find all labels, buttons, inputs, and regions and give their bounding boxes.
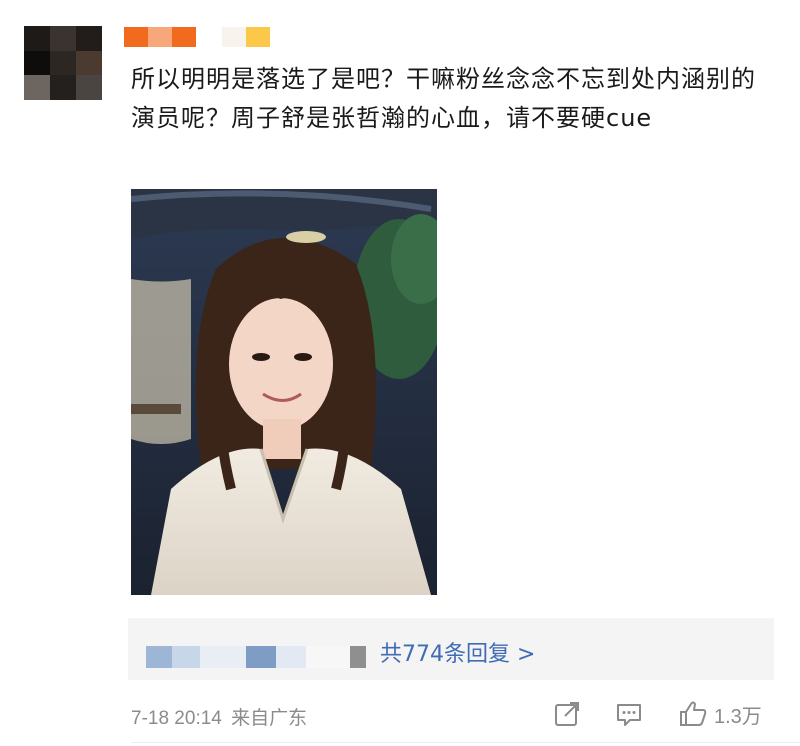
username-blur-block: [148, 27, 172, 47]
reply-name-blur-block: [146, 646, 172, 668]
reply-name-blur-block: [350, 646, 366, 668]
avatar-pixel: [76, 50, 102, 76]
comment-source: 来自广东: [231, 708, 308, 729]
view-replies-link[interactable]: 共774条回复 >: [380, 636, 535, 668]
comment-image[interactable]: [131, 189, 437, 595]
reply-name-blur-block: [276, 646, 306, 668]
username-blur-block: [124, 27, 148, 47]
avatar-pixel: [76, 75, 102, 100]
username-blur-block: [222, 27, 246, 47]
like-count: 1.3万: [714, 705, 762, 728]
comment-meta: 7-18 20:14 来自广东: [131, 703, 307, 730]
avatar-pixel: [50, 50, 76, 76]
share-icon[interactable]: [552, 699, 582, 729]
avatar-pixel: [50, 26, 76, 51]
avatar-pixel: [50, 75, 76, 100]
comment-date: 7-18 20:14: [131, 708, 222, 729]
reply-name-blur-block: [172, 646, 200, 668]
reply-name-blur-block: [200, 646, 246, 668]
portrait-photo: [131, 189, 437, 595]
username-blur-block: [246, 27, 270, 47]
avatar[interactable]: [24, 26, 102, 100]
avatar-pixel: [76, 26, 102, 51]
reply-name-blur-block: [306, 646, 350, 668]
reply-summary-bar[interactable]: 共774条回复 >: [128, 618, 774, 680]
username[interactable]: [124, 26, 270, 48]
username-blur-block: [172, 27, 196, 47]
like-action[interactable]: 1.3万: [678, 697, 762, 731]
comment-text: 所以明明是落选了是吧？干嘛粉丝念念不忘到处内涵别的演员呢？周子舒是张哲瀚的心血，…: [131, 65, 756, 132]
share-action[interactable]: [552, 697, 582, 731]
avatar-pixel: [24, 50, 50, 76]
reply-names-blurred: [146, 646, 366, 668]
divider: [131, 742, 800, 743]
username-blur-block: [196, 27, 222, 47]
comment-action[interactable]: [614, 697, 644, 731]
comment-icon[interactable]: [614, 699, 644, 729]
avatar-pixel: [24, 75, 50, 100]
avatar-pixel: [24, 26, 50, 51]
reply-name-blur-block: [246, 646, 276, 668]
like-icon[interactable]: [678, 699, 708, 729]
